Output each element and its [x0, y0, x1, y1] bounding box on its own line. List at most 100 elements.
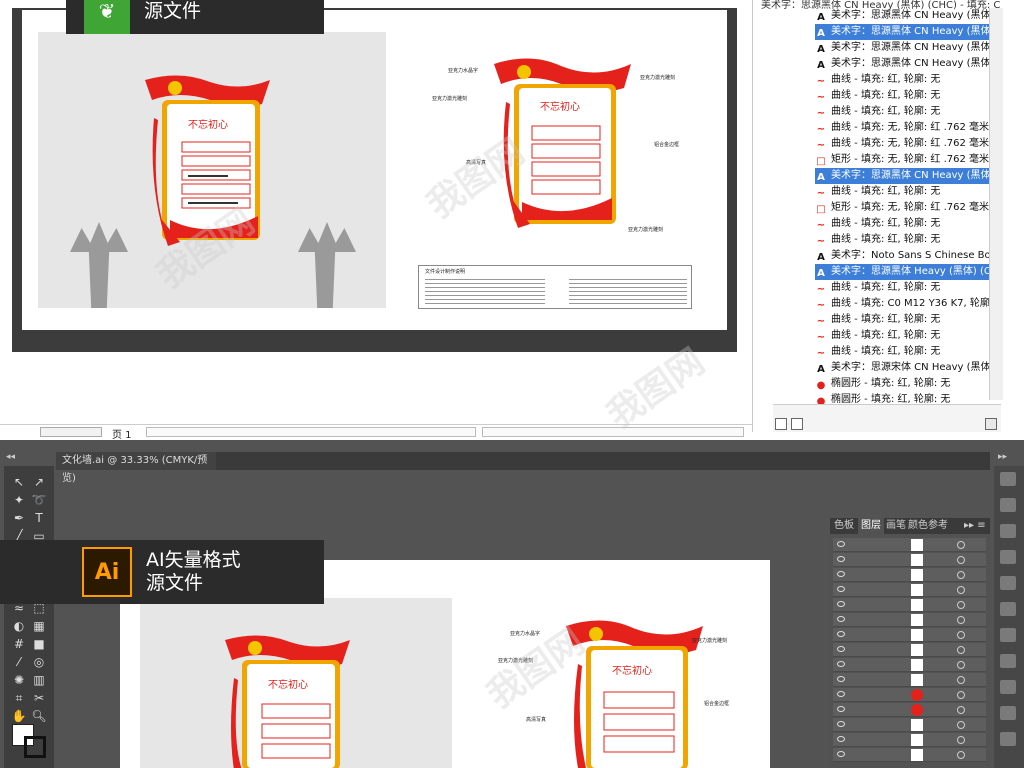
object-list-item[interactable]: A 美术字：思源黑体 CN Heavy (黑体: [815, 24, 993, 40]
eye-icon[interactable]: [837, 556, 845, 562]
eye-icon[interactable]: [837, 601, 845, 607]
object-list-item[interactable]: ∼ 曲线 - 填充: 红, 轮廓: 无: [815, 232, 993, 248]
object-list-item[interactable]: A 美术字：思源宋体 CN Heavy (黑体: [815, 360, 993, 376]
page-tab[interactable]: 页 1: [112, 426, 132, 441]
target-circle-icon[interactable]: [957, 691, 965, 699]
object-list-item[interactable]: A 美术字：Noto Sans S Chinese Bo: [815, 248, 993, 264]
target-circle-icon[interactable]: [957, 556, 965, 564]
target-circle-icon[interactable]: [957, 631, 965, 639]
object-list-item[interactable]: ∼ 曲线 - 填充: 红, 轮廓: 无: [815, 280, 993, 296]
blend-tool-icon[interactable]: ◎: [30, 654, 48, 670]
eye-icon[interactable]: [837, 691, 845, 697]
object-list-item[interactable]: □ 矩形 - 填充: 无, 轮廓: 红 .762 毫米: [815, 152, 993, 168]
ai-layer-row[interactable]: [833, 658, 986, 672]
trash-icon[interactable]: [985, 418, 997, 430]
target-circle-icon[interactable]: [957, 541, 965, 549]
ai-layer-row[interactable]: [833, 688, 986, 702]
document-tab[interactable]: 文化墙.ai @ 33.33% (CMYK/预览): [56, 452, 216, 484]
object-list-item[interactable]: ∼ 曲线 - 填充: 红, 轮廓: 无: [815, 104, 993, 120]
gradient-tool-icon[interactable]: ■: [30, 636, 48, 652]
eye-icon[interactable]: [837, 616, 845, 622]
object-list-item[interactable]: ∼ 曲线 - 填充: C0 M12 Y36 K7, 轮廓:: [815, 296, 993, 312]
target-circle-icon[interactable]: [957, 616, 965, 624]
eyedropper-icon[interactable]: ⁄: [10, 654, 28, 670]
dock-icon-5[interactable]: [1000, 576, 1016, 590]
mesh-tool-icon[interactable]: #: [10, 636, 28, 652]
vscrollbar[interactable]: [989, 8, 1003, 400]
dock-icon-6[interactable]: [1000, 602, 1016, 616]
eye-icon[interactable]: [837, 586, 845, 592]
panel-menu-icon[interactable]: ▸▸ ≡: [964, 518, 986, 534]
dock-icon-11[interactable]: [1000, 732, 1016, 746]
symbol-sprayer-icon[interactable]: ✺: [10, 672, 28, 688]
target-circle-icon[interactable]: [957, 676, 965, 684]
collapse-left-icon[interactable]: ◂◂: [6, 452, 15, 462]
ai-layer-row[interactable]: [833, 748, 986, 762]
collapse-right-icon[interactable]: ▸▸: [998, 452, 1007, 462]
object-list-item[interactable]: ∼ 曲线 - 填充: 红, 轮廓: 无: [815, 72, 993, 88]
target-circle-icon[interactable]: [957, 601, 965, 609]
target-circle-icon[interactable]: [957, 736, 965, 744]
dock-icon-4[interactable]: [1000, 550, 1016, 564]
ai-layer-row[interactable]: [833, 703, 986, 717]
ai-layer-row[interactable]: [833, 628, 986, 642]
target-circle-icon[interactable]: [957, 646, 965, 654]
object-list-item[interactable]: ∼ 曲线 - 填充: 红, 轮廓: 无: [815, 328, 993, 344]
page-nav-buttons[interactable]: [40, 427, 102, 437]
object-list-item[interactable]: ∼ 曲线 - 填充: 红, 轮廓: 无: [815, 184, 993, 200]
ai-layer-row[interactable]: [833, 613, 986, 627]
shape-builder-icon[interactable]: ◐: [10, 618, 28, 634]
eye-icon[interactable]: [837, 646, 845, 652]
hscrollbar[interactable]: [146, 427, 476, 437]
pen-tool-icon[interactable]: ✒: [10, 510, 28, 526]
object-list-item[interactable]: ∼ 曲线 - 填充: 无, 轮廓: 红 .762 毫米: [815, 136, 993, 152]
tab-color-guide[interactable]: 颜色参考: [908, 518, 948, 534]
slice-tool-icon[interactable]: ✂: [30, 690, 48, 706]
eye-icon[interactable]: [837, 661, 845, 667]
ai-layer-row[interactable]: [833, 733, 986, 747]
ai-layer-row[interactable]: [833, 718, 986, 732]
target-circle-icon[interactable]: [957, 721, 965, 729]
dock-icon-9[interactable]: [1000, 680, 1016, 694]
new-master-layer-icon[interactable]: [791, 418, 803, 430]
direct-selection-tool-icon[interactable]: ↗: [30, 474, 48, 490]
target-circle-icon[interactable]: [957, 661, 965, 669]
ai-layer-row[interactable]: [833, 538, 986, 552]
ai-layer-row[interactable]: [833, 553, 986, 567]
dock-icon-2[interactable]: [1000, 498, 1016, 512]
eye-icon[interactable]: [837, 631, 845, 637]
object-list-item[interactable]: ∼ 曲线 - 填充: 红, 轮廓: 无: [815, 88, 993, 104]
object-list-item[interactable]: ∼ 曲线 - 填充: 红, 轮廓: 无: [815, 312, 993, 328]
ai-layer-row[interactable]: [833, 643, 986, 657]
lasso-icon[interactable]: ➰: [30, 492, 48, 508]
perspective-grid-icon[interactable]: ▦: [30, 618, 48, 634]
magic-wand-icon[interactable]: ✦: [10, 492, 28, 508]
dock-icon-3[interactable]: [1000, 524, 1016, 538]
object-list-item[interactable]: ∼ 曲线 - 填充: 无, 轮廓: 红 .762 毫米: [815, 120, 993, 136]
object-list-item[interactable]: ∼ 曲线 - 填充: 红, 轮廓: 无: [815, 216, 993, 232]
type-tool-icon[interactable]: T: [30, 510, 48, 526]
eye-icon[interactable]: [837, 751, 845, 757]
eye-icon[interactable]: [837, 706, 845, 712]
target-circle-icon[interactable]: [957, 586, 965, 594]
graph-tool-icon[interactable]: ▥: [30, 672, 48, 688]
artboard-tool-icon[interactable]: ⌗: [10, 690, 28, 706]
hand-tool-icon[interactable]: ✋: [10, 708, 28, 724]
eye-icon[interactable]: [837, 736, 845, 742]
ai-layer-row[interactable]: [833, 568, 986, 582]
selection-tool-icon[interactable]: ↖: [10, 474, 28, 490]
ai-layer-row[interactable]: [833, 583, 986, 597]
tab-layers[interactable]: 图层: [858, 518, 884, 534]
object-list-item[interactable]: ∼ 曲线 - 填充: 红, 轮廓: 无: [815, 344, 993, 360]
eye-icon[interactable]: [837, 676, 845, 682]
object-list-item[interactable]: A 美术字：思源黑体 Heavy (黑体) (CH: [815, 264, 993, 280]
zoom-tool-icon[interactable]: 🔍︎: [30, 708, 48, 724]
target-circle-icon[interactable]: [957, 751, 965, 759]
eye-icon[interactable]: [837, 571, 845, 577]
ai-layer-row[interactable]: [833, 598, 986, 612]
tab-brushes[interactable]: 画笔: [886, 518, 906, 534]
object-list-item[interactable]: ● 椭圆形 - 填充: 红, 轮廓: 无: [815, 376, 993, 392]
dock-icon-1[interactable]: [1000, 472, 1016, 486]
ai-layer-row[interactable]: [833, 673, 986, 687]
tab-swatches[interactable]: 色板: [834, 518, 854, 534]
